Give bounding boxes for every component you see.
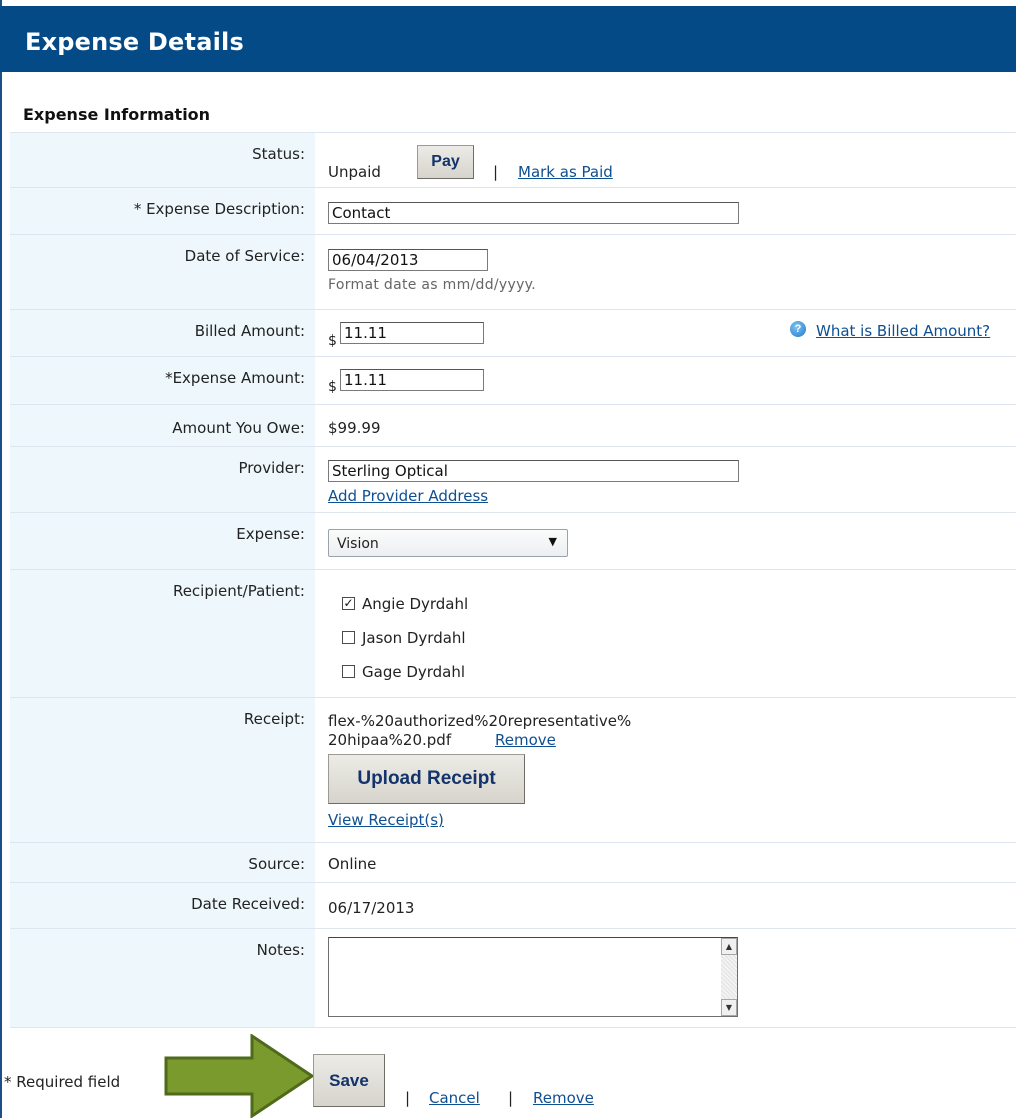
date-of-service-label: Date of Service: xyxy=(184,247,305,265)
billed-amount-label: Billed Amount: xyxy=(194,322,305,340)
recipient-option-label: Angie Dyrdahl xyxy=(362,595,469,613)
chevron-down-icon: ▼ xyxy=(548,535,557,548)
remove-expense-link[interactable]: Remove xyxy=(533,1089,594,1107)
date-format-hint: Format date as mm/dd/yyyy. xyxy=(328,277,537,293)
amount-owed-value: $99.99 xyxy=(328,419,381,437)
notes-textarea[interactable] xyxy=(328,937,738,1017)
scroll-up-icon[interactable]: ▲ xyxy=(721,938,737,955)
expense-type-selected: Vision xyxy=(337,536,379,552)
what-is-billed-amount-link[interactable]: What is Billed Amount? xyxy=(816,322,990,340)
amount-owed-label: Amount You Owe: xyxy=(172,419,305,437)
recipient-label: Recipient/Patient: xyxy=(172,582,305,600)
arrow-icon xyxy=(164,1034,315,1118)
billed-amount-input[interactable] xyxy=(340,322,484,344)
provider-label: Provider: xyxy=(238,459,305,477)
add-provider-address-link[interactable]: Add Provider Address xyxy=(328,487,488,505)
provider-input[interactable] xyxy=(328,460,739,482)
recipient-checkbox[interactable]: ✓ xyxy=(342,597,355,610)
recipient-option-label: Jason Dyrdahl xyxy=(362,629,466,647)
question-icon[interactable]: ? xyxy=(790,321,806,337)
recipient-checkbox[interactable] xyxy=(342,665,355,678)
row-receipt: Receipt: flex-%20authorized%20representa… xyxy=(10,697,1016,843)
date-received-value: 06/17/2013 xyxy=(328,899,415,917)
row-recipient: Recipient/Patient: ✓ Angie Dyrdahl Jason… xyxy=(10,569,1016,698)
date-of-service-input[interactable] xyxy=(328,249,488,271)
expense-type-label: Expense: xyxy=(236,525,305,543)
row-provider: Provider: Add Provider Address xyxy=(10,446,1016,513)
row-expense-amount: *Expense Amount: $ xyxy=(10,356,1016,405)
receipt-filename: flex-%20authorized%20representative% xyxy=(328,712,632,730)
expense-description-input[interactable] xyxy=(328,202,739,224)
receipt-label: Receipt: xyxy=(243,710,305,728)
source-value: Online xyxy=(328,855,377,873)
page-title: Expense Details xyxy=(25,28,244,56)
description-label: * Expense Description: xyxy=(133,200,305,218)
recipient-checkbox[interactable] xyxy=(342,631,355,644)
receipt-filename-cont: 20hipaa%20.pdf xyxy=(328,731,452,749)
row-amount-owed: Amount You Owe: $99.99 xyxy=(10,404,1016,447)
view-receipts-link[interactable]: View Receipt(s) xyxy=(328,811,444,829)
notes-scrollbar[interactable]: ▲ ▼ xyxy=(721,938,737,1016)
cancel-link[interactable]: Cancel xyxy=(429,1089,480,1107)
row-expense-type: Expense: Vision ▼ xyxy=(10,512,1016,570)
row-source: Source: Online xyxy=(10,842,1016,883)
status-value: Unpaid xyxy=(328,163,381,181)
source-label: Source: xyxy=(248,855,305,873)
pay-button[interactable]: Pay xyxy=(417,145,474,179)
notes-label: Notes: xyxy=(256,941,305,959)
header-bar: Expense Details xyxy=(0,6,1016,72)
expense-amount-input[interactable] xyxy=(340,369,484,391)
currency-symbol: $ xyxy=(328,333,337,349)
save-button[interactable]: Save xyxy=(313,1054,385,1107)
row-date-received: Date Received: 06/17/2013 xyxy=(10,882,1016,929)
recipient-option-label: Gage Dyrdahl xyxy=(362,663,466,681)
expense-amount-label: *Expense Amount: xyxy=(165,369,305,387)
required-field-note: * Required field xyxy=(4,1073,121,1091)
upload-receipt-button[interactable]: Upload Receipt xyxy=(328,754,525,804)
date-received-label: Date Received: xyxy=(191,895,305,913)
status-label: Status: xyxy=(252,145,305,163)
row-date-of-service: Date of Service: Format date as mm/dd/yy… xyxy=(10,234,1016,310)
row-billed-amount: Billed Amount: $ ? What is Billed Amount… xyxy=(10,309,1016,357)
row-description: * Expense Description: xyxy=(10,187,1016,235)
row-status: Status: Unpaid Pay | Mark as Paid xyxy=(10,132,1016,188)
currency-symbol: $ xyxy=(328,379,337,395)
expense-type-select[interactable]: Vision ▼ xyxy=(328,529,568,557)
row-notes: Notes: ▲ ▼ xyxy=(10,928,1016,1028)
scroll-down-icon[interactable]: ▼ xyxy=(721,999,737,1016)
section-title: Expense Information xyxy=(23,105,211,124)
mark-as-paid-link[interactable]: Mark as Paid xyxy=(518,163,613,181)
remove-receipt-link[interactable]: Remove xyxy=(495,731,556,749)
